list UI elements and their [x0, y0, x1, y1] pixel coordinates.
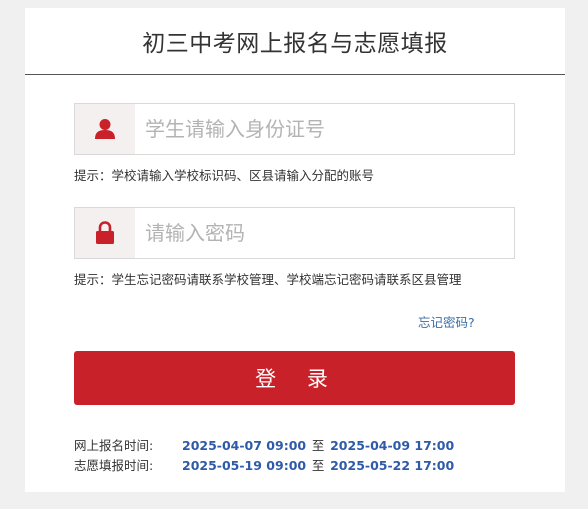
page-title: 初三中考网上报名与志愿填报	[142, 31, 448, 57]
schedule-end: 2025-04-09 17:00	[330, 438, 455, 453]
id-hint: 提示：学校请输入学校标识码、区县请输入分配的账号	[74, 168, 375, 183]
header: 初三中考网上报名与志愿填报	[25, 8, 565, 75]
login-card: 初三中考网上报名与志愿填报 提示：学校请输入学校标识码、区县请输入分配的账号 提…	[25, 8, 565, 492]
password-hint: 提示：学生忘记密码请联系学校管理、学校端忘记密码请联系区县管理	[74, 272, 462, 287]
password-field[interactable]	[74, 207, 515, 259]
schedule-start: 2025-04-07 09:00	[182, 438, 307, 453]
id-number-input[interactable]	[135, 104, 514, 154]
schedule-label: 网上报名时间:	[74, 438, 154, 453]
schedule-separator: 至	[311, 458, 325, 473]
schedule-end: 2025-05-22 17:00	[330, 458, 455, 473]
schedule-start: 2025-05-19 09:00	[182, 458, 307, 473]
registration-schedule: 网上报名时间: 2025-04-07 09:00 至 2025-04-09 17:00	[74, 436, 454, 456]
preference-schedule: 志愿填报时间: 2025-05-19 09:00 至 2025-05-22 17:00	[74, 456, 454, 476]
login-button[interactable]: 登 录	[74, 351, 515, 405]
schedule-label: 志愿填报时间:	[74, 458, 154, 473]
id-field[interactable]	[74, 103, 515, 155]
forgot-password-link[interactable]: 忘记密码?	[418, 312, 475, 331]
lock-icon	[75, 208, 135, 258]
password-input[interactable]	[135, 208, 514, 258]
user-icon	[75, 104, 135, 154]
schedule-separator: 至	[311, 438, 325, 453]
